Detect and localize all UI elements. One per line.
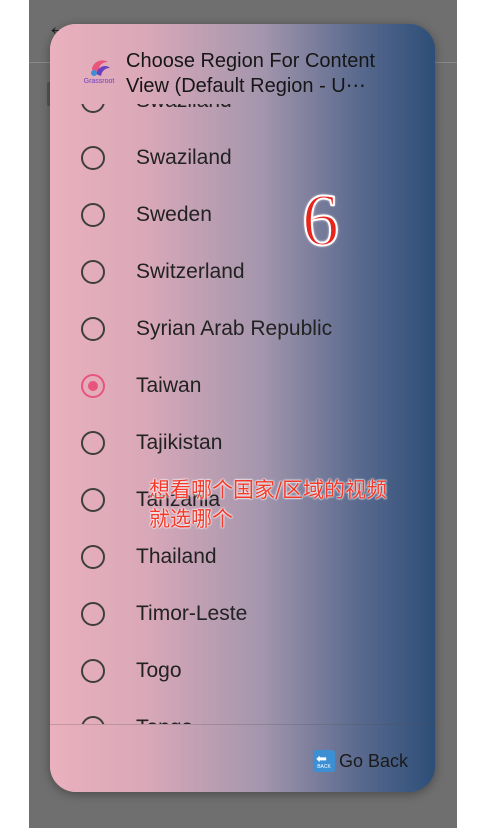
region-dialog: Swaziland Swaziland Sweden Switzerland S… xyxy=(50,24,435,792)
region-label: Switzerland xyxy=(136,259,245,283)
list-item[interactable]: Togo xyxy=(50,642,435,699)
region-label: Thailand xyxy=(136,544,217,568)
dialog-title: Choose Region For Content View (Default … xyxy=(126,49,416,99)
list-item[interactable]: Taiwan xyxy=(50,357,435,414)
radio-button[interactable] xyxy=(81,487,105,512)
radio-button[interactable] xyxy=(81,658,105,683)
radio-button[interactable] xyxy=(81,430,105,455)
list-item[interactable]: Sweden xyxy=(50,186,435,243)
dialog-header: Grassroot Choose Region For Content View… xyxy=(50,24,435,104)
radio-button[interactable] xyxy=(81,316,105,341)
region-label: Sweden xyxy=(136,202,212,226)
list-item[interactable]: Thailand xyxy=(50,528,435,585)
radio-button[interactable] xyxy=(81,202,105,227)
list-item[interactable]: Tonga xyxy=(50,699,435,724)
region-label: Syrian Arab Republic xyxy=(136,316,333,340)
logo-text: Grassroot xyxy=(83,78,115,85)
region-label: Taiwan xyxy=(136,373,202,397)
list-item[interactable]: Switzerland xyxy=(50,243,435,300)
radio-button[interactable] xyxy=(81,259,105,284)
radio-button[interactable] xyxy=(81,715,105,724)
radio-button[interactable] xyxy=(81,145,105,170)
region-label: Tonga xyxy=(136,715,193,725)
dialog-title-line2: View (Default Region - U⋯ xyxy=(126,75,366,97)
back-icon-text: BACK xyxy=(317,764,331,770)
go-back-label: Go Back xyxy=(339,750,409,771)
region-label: Togo xyxy=(136,658,182,682)
annotation-line1: 想看哪个国家/区域的视频 xyxy=(149,478,388,502)
radio-button[interactable] xyxy=(81,601,105,626)
annotation-overlay: 想看哪个国家/区域的视频 就选哪个 xyxy=(149,476,429,534)
dialog-footer: ⬅ BACK Go Back xyxy=(50,724,435,792)
region-label: Tajikistan xyxy=(136,430,223,454)
annotation-line2: 就选哪个 xyxy=(149,507,233,531)
radio-button-selected[interactable] xyxy=(81,373,105,398)
step-number-overlay: 6 xyxy=(301,179,340,263)
radio-button[interactable] xyxy=(81,544,105,569)
back-icon: ⬅ BACK xyxy=(313,750,335,772)
list-item[interactable]: Tajikistan xyxy=(50,414,435,471)
app-logo: Grassroot xyxy=(82,56,116,86)
app-logo-mark xyxy=(91,60,110,76)
go-back-button[interactable]: ⬅ BACK Go Back xyxy=(313,748,408,774)
list-item[interactable]: Timor-Leste xyxy=(50,585,435,642)
list-item[interactable]: Syrian Arab Republic xyxy=(50,300,435,357)
dialog-title-line1: Choose Region For Content xyxy=(126,50,376,72)
region-label: Swaziland xyxy=(136,145,232,169)
region-label: Timor-Leste xyxy=(136,601,248,625)
region-list[interactable]: Swaziland Swaziland Sweden Switzerland S… xyxy=(50,24,435,724)
list-item[interactable]: Swaziland xyxy=(50,129,435,186)
